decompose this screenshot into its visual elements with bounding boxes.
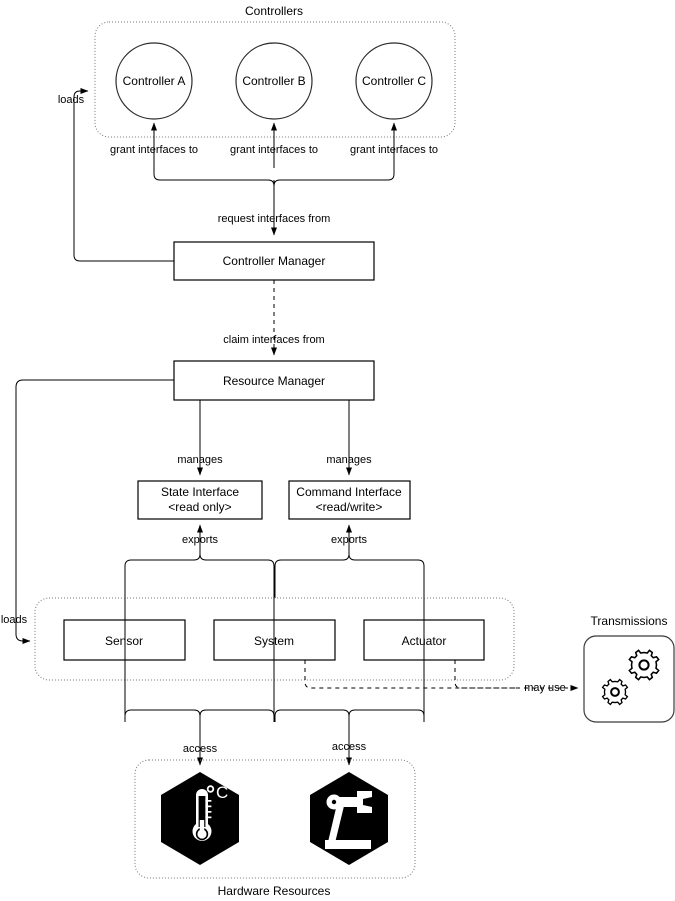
thermometer-tick-3: [205, 811, 212, 813]
edge-label-request-interfaces: request interfaces from: [218, 213, 331, 225]
robot-arm-icon: [310, 772, 388, 865]
controller-manager-label: Controller Manager: [223, 254, 326, 268]
robot-arm-hex-shape: [310, 772, 388, 865]
robot-arm-upper-link: [339, 797, 359, 807]
edge-may-use-system: [304, 660, 516, 689]
controller-b-label: Controller B: [242, 74, 305, 88]
edge-label-claim-interfaces: claim interfaces from: [223, 334, 324, 346]
thermometer-tick-2: [205, 805, 212, 808]
edge-label-may-use: may use: [524, 682, 566, 694]
controllers-group-label: Controllers: [245, 4, 303, 18]
edge-label-manages-state: manages: [177, 454, 223, 466]
thermometer-tick-4: [205, 816, 212, 819]
architecture-diagram: Controllers Controller A Controller B Co…: [0, 0, 675, 901]
edge-label-access-sensor: access: [183, 743, 218, 755]
robot-arm-shoulder-pin: [331, 799, 337, 805]
transmissions-box[interactable]: [583, 635, 675, 723]
edge-label-access-actuator: access: [332, 741, 367, 753]
edge-label-grant-b: grant interfaces to: [230, 144, 318, 156]
diagram-canvas: Controllers Controller A Controller B Co…: [1, 4, 675, 898]
edge-label-grant-a: grant interfaces to: [110, 144, 198, 156]
resource-manager-label: Resource Manager: [223, 374, 325, 388]
controller-c-label: Controller C: [362, 74, 426, 88]
edge-exports-state-brace: [124, 548, 275, 598]
edge-label-grant-c: grant interfaces to: [350, 144, 438, 156]
edge-label-exports-command: exports: [331, 534, 368, 546]
edge-label-exports-state: exports: [182, 534, 219, 546]
edge-label-manages-command: manages: [326, 454, 372, 466]
controller-a-label: Controller A: [123, 74, 186, 88]
edge-may-use-actuator: [454, 660, 516, 689]
command-interface-mode: <read/write>: [316, 500, 383, 514]
command-interface-label: Command Interface: [296, 485, 402, 499]
celsius-letter: C: [216, 783, 228, 802]
edge-label-loads-controllers: loads: [58, 94, 85, 106]
state-interface-mode: <read only>: [168, 500, 231, 514]
thermometer-celsius-icon: C: [161, 772, 239, 865]
thermometer-tick-1: [205, 800, 212, 802]
sensor-label: Sensor: [105, 634, 143, 648]
hardware-resources-group-label: Hardware Resources: [218, 884, 331, 898]
edge-label-loads-hardware: loads: [1, 614, 28, 626]
thermometer-bulb-fill: [197, 829, 207, 839]
transmissions-group-label: Transmissions: [591, 614, 668, 628]
state-interface-label: State Interface: [161, 485, 239, 499]
edge-exports-command-brace: [274, 548, 425, 598]
